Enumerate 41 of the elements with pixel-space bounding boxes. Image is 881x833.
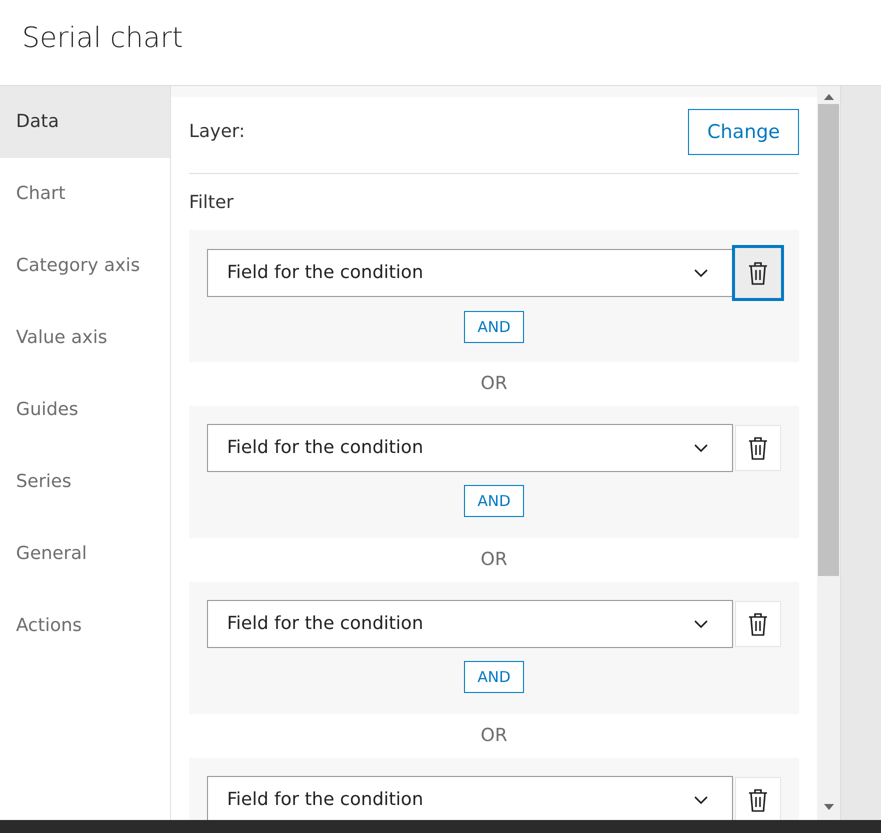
dropdown-placeholder: Field for the condition bbox=[227, 613, 424, 634]
delete-button[interactable] bbox=[735, 424, 781, 471]
layer-label: Layer: bbox=[189, 121, 245, 142]
sidebar-tab[interactable]: Chart bbox=[0, 158, 170, 230]
trash-icon bbox=[748, 612, 768, 636]
field-dropdown[interactable]: Field for the condition bbox=[207, 776, 733, 820]
sidebar-tab[interactable]: Actions bbox=[0, 590, 170, 662]
filter-label: Filter bbox=[189, 192, 235, 213]
field-dropdown[interactable]: Field for the condition bbox=[207, 600, 733, 648]
trash-icon bbox=[748, 436, 768, 460]
scroll-down-icon bbox=[824, 804, 834, 810]
field-dropdown[interactable]: Field for the condition bbox=[207, 248, 733, 297]
sidebar-tab[interactable]: Series bbox=[0, 446, 170, 518]
field-dropdown[interactable]: Field for the condition bbox=[207, 424, 733, 472]
chevron-down-icon bbox=[694, 444, 708, 452]
or-separator: OR bbox=[480, 725, 508, 746]
and-button[interactable]: AND bbox=[464, 310, 524, 343]
trash-icon bbox=[748, 788, 768, 812]
trash-icon bbox=[748, 260, 768, 285]
and-button[interactable]: AND bbox=[464, 484, 524, 517]
change-button[interactable]: Change bbox=[688, 108, 799, 155]
sidebar-tab[interactable]: Guides bbox=[0, 374, 170, 446]
delete-button[interactable] bbox=[735, 248, 781, 298]
delete-button[interactable] bbox=[735, 600, 781, 647]
scroll-up-icon bbox=[824, 94, 834, 100]
dropdown-placeholder: Field for the condition bbox=[227, 789, 424, 810]
sidebar-tab[interactable]: Data bbox=[0, 86, 170, 158]
or-separator: OR bbox=[480, 549, 508, 570]
dropdown-placeholder: Field for the condition bbox=[227, 262, 424, 284]
sidebar-tab[interactable]: General bbox=[0, 518, 170, 590]
dropdown-placeholder: Field for the condition bbox=[227, 437, 424, 458]
or-separator: OR bbox=[480, 373, 508, 394]
delete-button[interactable] bbox=[735, 776, 781, 820]
chevron-down-icon bbox=[694, 796, 708, 804]
chevron-down-icon bbox=[694, 620, 708, 628]
and-button[interactable]: AND bbox=[464, 660, 524, 693]
chevron-down-icon bbox=[694, 268, 708, 277]
sidebar-tab[interactable]: Value axis bbox=[0, 302, 170, 374]
scrollbar[interactable] bbox=[817, 86, 840, 820]
dialog-title: Serial chart bbox=[22, 20, 183, 54]
sidebar-tab[interactable]: Category axis bbox=[0, 230, 170, 302]
